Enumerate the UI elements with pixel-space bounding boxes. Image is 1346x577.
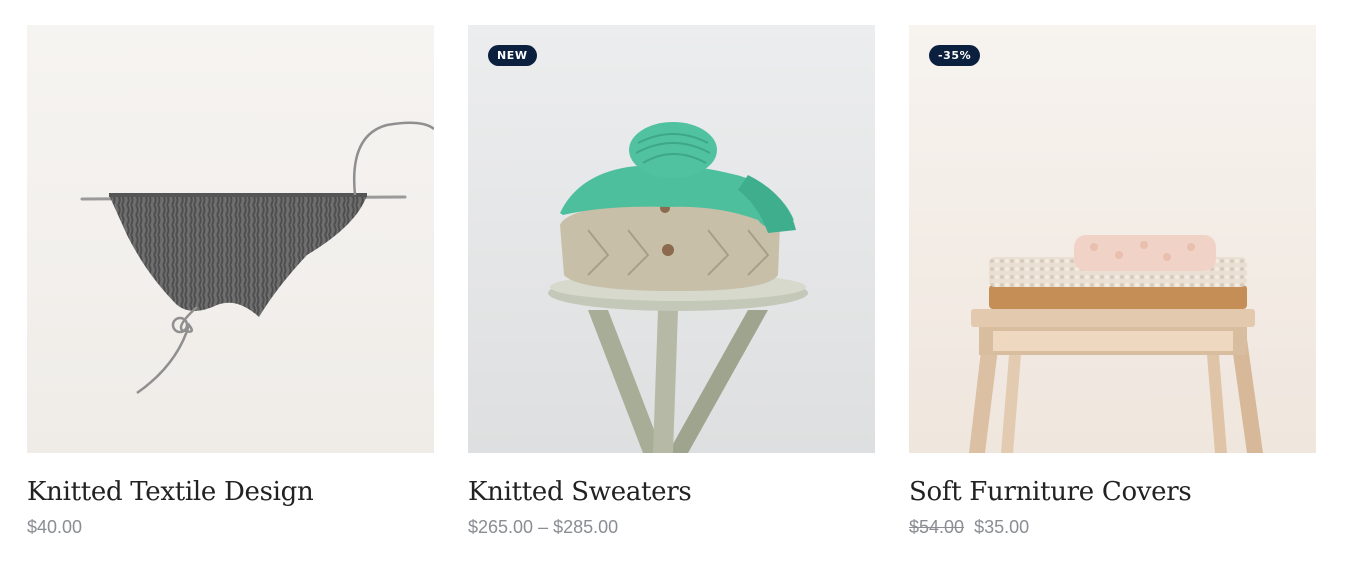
product-title[interactable]: Knitted Sweaters (468, 475, 875, 509)
new-badge: NEW (488, 45, 537, 66)
product-title[interactable]: Knitted Textile Design (27, 475, 434, 509)
original-price: $54.00 (909, 517, 965, 537)
product-image-link[interactable]: NEW (468, 25, 875, 453)
product-image-furniture-covers (909, 25, 1316, 453)
price-range: $265.00 – $285.00 (468, 517, 619, 537)
product-image-knitted-sweaters (468, 25, 875, 453)
product-card[interactable]: -35% Soft Furniture Covers $54.00 $35.00 (909, 25, 1316, 538)
discount-badge: -35% (929, 45, 981, 66)
product-price: $54.00 $35.00 (909, 516, 1316, 538)
product-title[interactable]: Soft Furniture Covers (909, 475, 1316, 509)
product-image-link[interactable] (27, 25, 434, 453)
product-image-knitted-swatch (27, 25, 434, 453)
current-price: $40.00 (27, 517, 83, 537)
product-card[interactable]: Knitted Textile Design $40.00 (27, 25, 434, 538)
product-grid: Knitted Textile Design $40.00 NEW Knitte… (27, 25, 1316, 538)
sale-price: $35.00 (974, 517, 1030, 537)
product-price: $265.00 – $285.00 (468, 516, 875, 538)
product-card[interactable]: NEW Knitted Sweaters $265.00 – $285.00 (468, 25, 875, 538)
product-image-link[interactable]: -35% (909, 25, 1316, 453)
product-price: $40.00 (27, 516, 434, 538)
